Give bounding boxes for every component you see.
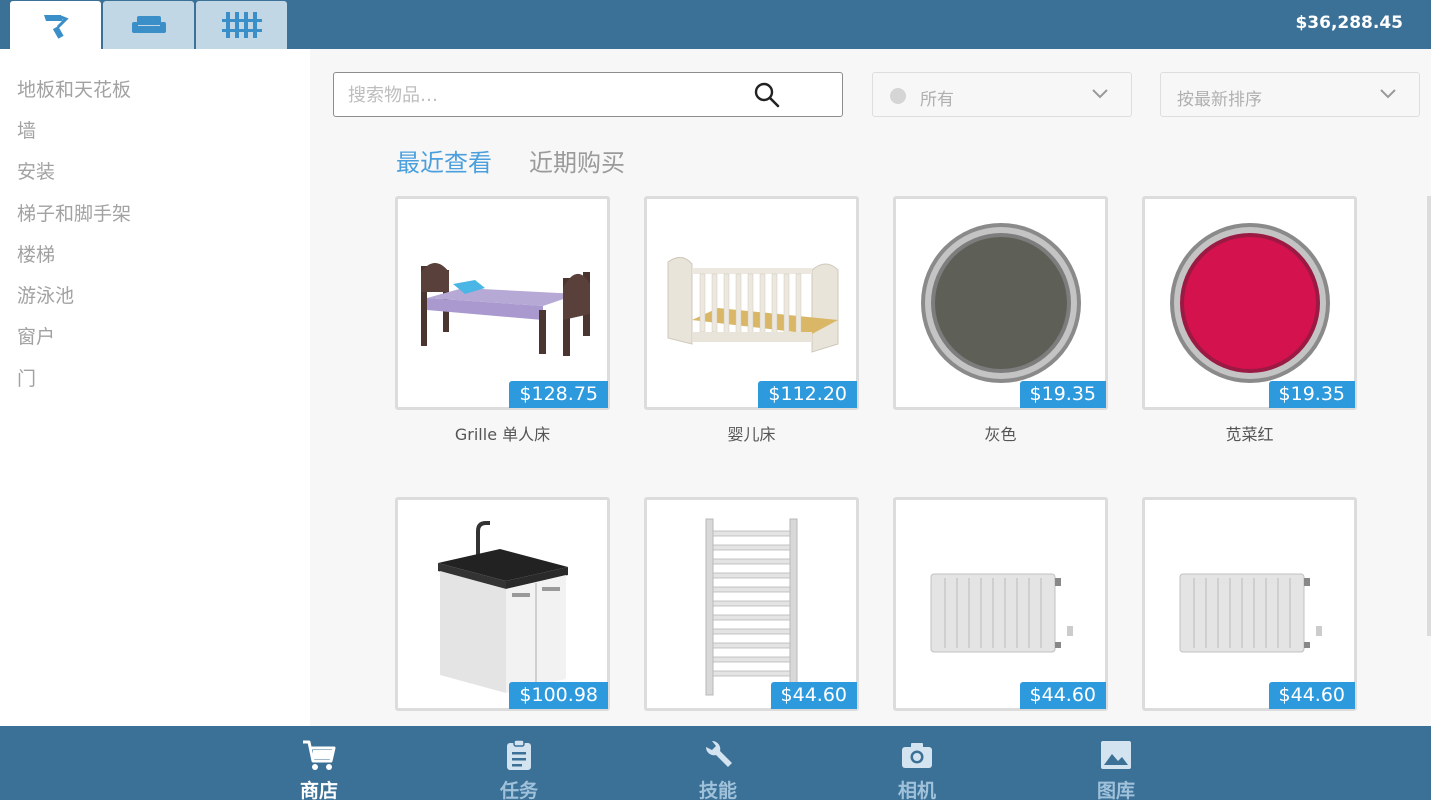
item-name: 灰色 [984, 425, 1017, 444]
item-card-radiator[interactable]: $44.60 [893, 497, 1108, 711]
nav-tasks[interactable]: 任务 [459, 726, 579, 800]
money-balance: $36,288.45 [1295, 13, 1403, 33]
tab-paint-tools[interactable] [10, 1, 101, 49]
nav-skills[interactable]: 技能 [658, 726, 778, 800]
chevron-down-icon [1092, 89, 1108, 99]
item-card-single-bed[interactable]: $128.75 [395, 196, 610, 410]
item-card-sink-cabinet[interactable]: $100.98 [395, 497, 610, 711]
sort-value: 按最新排序 [1177, 90, 1262, 110]
item-card-paint-amaranth[interactable]: $19.35 [1142, 196, 1357, 410]
paint-bucket-icon [1169, 223, 1330, 383]
tab-construction[interactable] [196, 1, 287, 49]
price-badge: $19.35 [1019, 381, 1106, 408]
nav-label: 商店 [299, 780, 338, 800]
price-badge: $44.60 [770, 682, 857, 709]
radiator-icon [930, 573, 1073, 653]
nav-gallery[interactable]: 图库 [1056, 726, 1176, 800]
price-badge: $100.98 [509, 682, 608, 709]
search-icon[interactable] [754, 82, 780, 108]
item-name: Grille 单人床 [454, 425, 551, 444]
price-badge: $112.20 [758, 381, 857, 408]
price-badge: $44.60 [1268, 682, 1355, 709]
category-floors-ceilings[interactable]: 地板和天花板 [17, 75, 131, 102]
nav-label: 相机 [897, 780, 936, 800]
nav-shop[interactable]: 商店 [259, 726, 379, 800]
chevron-down-icon [1380, 89, 1396, 99]
nav-label: 图库 [1096, 780, 1135, 800]
sofa-icon [131, 16, 166, 33]
category-pools[interactable]: 游泳池 [17, 281, 74, 308]
camera-icon [900, 738, 934, 772]
tab-furniture[interactable] [103, 1, 194, 49]
item-card-paint-grey[interactable]: $19.35 [893, 196, 1108, 410]
paint-roller-icon [43, 15, 69, 39]
category-sidebar: 地板和天花板 墙 安装 梯子和脚手架 楼梯 游泳池 窗户 门 [0, 49, 310, 726]
price-badge: $19.35 [1268, 381, 1355, 408]
type-filter-dropdown[interactable]: 所有 [872, 72, 1132, 117]
sort-dropdown[interactable]: 按最新排序 [1160, 72, 1420, 117]
wrench-icon [701, 738, 735, 772]
nav-label: 技能 [698, 780, 737, 800]
search-box [333, 72, 843, 117]
type-filter-value: 所有 [920, 90, 954, 110]
category-stairs[interactable]: 楼梯 [17, 240, 55, 267]
search-input[interactable] [348, 79, 748, 111]
category-install[interactable]: 安装 [17, 157, 55, 184]
nav-label: 任务 [499, 780, 538, 800]
bottom-nav: 商店 任务 技能 相机 图库 [0, 726, 1431, 800]
price-badge: $44.60 [1019, 682, 1106, 709]
tab-recently-viewed[interactable]: 最近查看 [396, 143, 492, 178]
filter-color-dot [890, 88, 906, 104]
fence-icon [221, 12, 262, 38]
shop-main-panel: 所有 按最新排序 最近查看 近期购买 $12 [310, 49, 1431, 726]
item-name: 婴儿床 [727, 425, 776, 444]
item-name: 苋菜红 [1225, 425, 1274, 444]
paint-bucket-icon [920, 223, 1081, 383]
tab-recently-purchased[interactable]: 近期购买 [529, 143, 625, 178]
nav-camera[interactable]: 相机 [857, 726, 977, 800]
radiator-icon [1179, 573, 1322, 653]
single-bed-icon [420, 263, 590, 356]
crib-icon [667, 257, 838, 353]
image-icon [1099, 738, 1133, 772]
category-walls[interactable]: 墙 [17, 116, 36, 143]
category-doors[interactable]: 门 [17, 364, 36, 391]
category-windows[interactable]: 窗户 [17, 322, 55, 349]
sink-cabinet-icon [437, 521, 568, 693]
scrollbar[interactable] [1427, 196, 1431, 636]
clipboard-icon [502, 738, 536, 772]
item-card-towel-radiator[interactable]: $44.60 [644, 497, 859, 711]
item-card-radiator[interactable]: $44.60 [1142, 497, 1357, 711]
top-bar: $36,288.45 [0, 0, 1431, 49]
price-badge: $128.75 [509, 381, 608, 408]
cart-icon [302, 738, 336, 772]
towel-radiator-icon [705, 518, 797, 696]
category-ladders-scaffolding[interactable]: 梯子和脚手架 [17, 199, 131, 226]
item-card-crib[interactable]: $112.20 [644, 196, 859, 410]
